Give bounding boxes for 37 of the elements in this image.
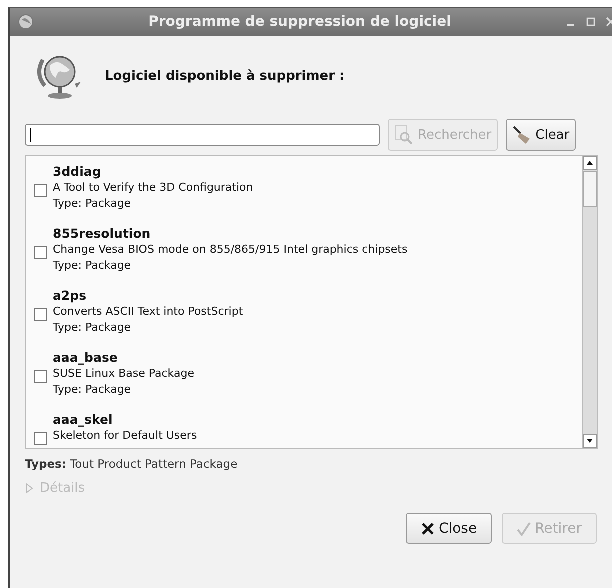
package-description: A Tool to Verify the 3D Configuration: [53, 180, 254, 196]
package-name: 855resolution: [53, 225, 152, 242]
close-button[interactable]: Close: [406, 513, 492, 544]
package-name: 3ddiag: [53, 163, 102, 180]
package-name: aaa_skel: [53, 411, 114, 428]
checkbox[interactable]: [34, 246, 47, 259]
heading: Logiciel disponible à supprimer :: [105, 68, 345, 84]
scrollbar-thumb[interactable]: [583, 171, 597, 207]
broom-icon: [512, 125, 532, 145]
package-name: aaa_base: [53, 349, 119, 366]
package-type: Type: Package: [53, 196, 132, 212]
package-type: Type: Package: [53, 382, 132, 398]
checkbox[interactable]: [34, 184, 47, 197]
checkmark-icon: [517, 522, 532, 536]
scrollbar[interactable]: [582, 156, 597, 448]
types-label: Types:: [25, 457, 66, 471]
package-description: Change Vesa BIOS mode on 855/865/915 Intel graphics chipsets: [53, 242, 408, 258]
window-title: Programme de suppression de logiciel: [148, 14, 452, 30]
x-icon: [420, 522, 435, 536]
checkbox[interactable]: [34, 432, 47, 445]
package-type: Type: Package: [53, 320, 132, 336]
expander-triangle-icon: [25, 483, 34, 494]
search-field[interactable]: [25, 124, 380, 146]
package-description: SUSE Linux Base Package: [53, 366, 194, 382]
package-description: Converts ASCII Text into PostScript: [53, 304, 244, 320]
globe-icon: [18, 14, 34, 30]
clear-button[interactable]: Clear: [506, 119, 576, 151]
search-icon: [394, 125, 414, 145]
package-name: a2ps: [53, 287, 88, 304]
package-description: Skeleton for Default Users: [53, 428, 198, 444]
scroll-up-icon[interactable]: [583, 156, 597, 170]
checkbox[interactable]: [34, 308, 47, 321]
types-value: Tout Product Pattern Package: [70, 457, 238, 471]
package-type: Type: Package: [53, 258, 132, 274]
scroll-down-icon[interactable]: [583, 434, 597, 448]
checkbox[interactable]: [34, 370, 47, 383]
maximize-icon[interactable]: [586, 17, 596, 27]
